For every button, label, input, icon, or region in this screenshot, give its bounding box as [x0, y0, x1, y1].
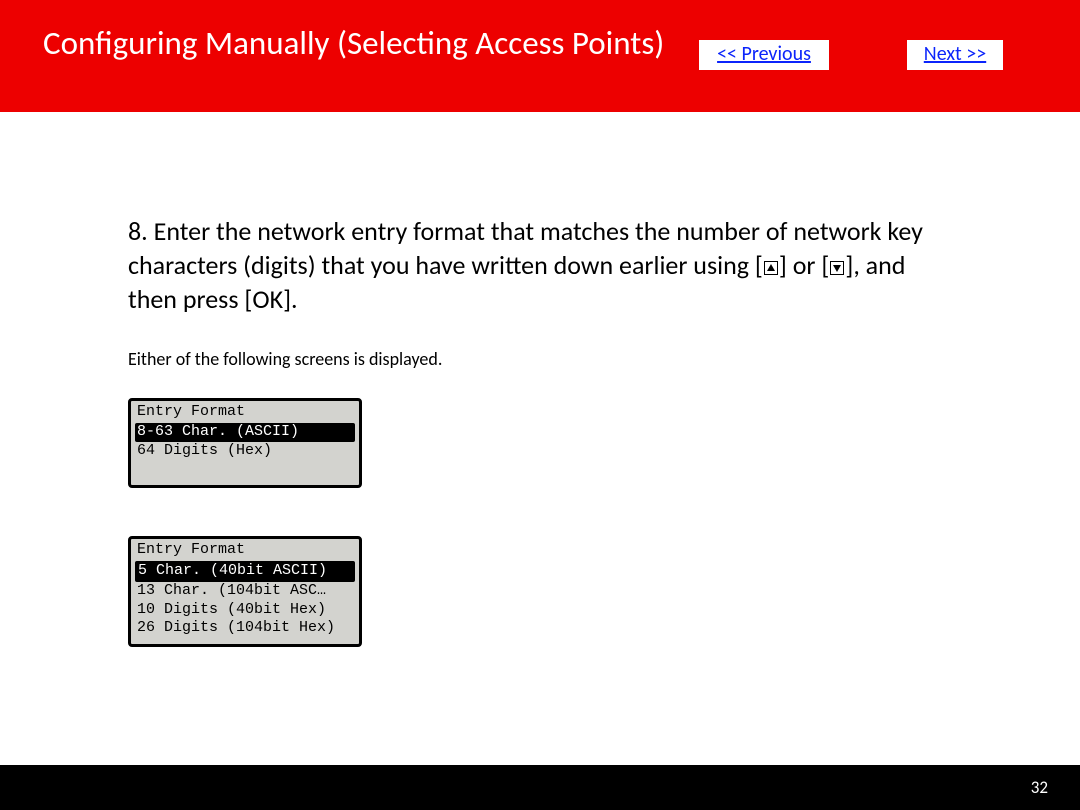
subnote-text: Either of the following screens is displ… [128, 348, 1020, 370]
instruction-mid: ] or [ [779, 249, 829, 281]
lcd1-title: Entry Format [131, 403, 359, 423]
footer-bar: 32 [0, 765, 1080, 810]
previous-button[interactable]: << Previous [699, 40, 829, 70]
down-arrow-icon [830, 261, 844, 275]
instruction-text: 8. Enter the network entry format that m… [128, 215, 948, 316]
lcd2-title: Entry Format [131, 541, 359, 561]
lcd2-row-3: 26 Digits (104bit Hex) [131, 619, 359, 638]
lcd1-row-0: 8-63 Char. (ASCII) [135, 423, 355, 442]
header-bar: Configuring Manually (Selecting Access P… [0, 0, 1080, 112]
lcd1-row-1: 64 Digits (Hex) [131, 442, 359, 461]
page-title: Configuring Manually (Selecting Access P… [43, 23, 664, 63]
lcd-screen-2: Entry Format 5 Char. (40bit ASCII) 13 Ch… [128, 536, 362, 647]
lcd-screen-1: Entry Format 8-63 Char. (ASCII) 64 Digit… [128, 398, 362, 488]
content-area: 8. Enter the network entry format that m… [128, 215, 1020, 695]
lcd2-row-2: 10 Digits (40bit Hex) [131, 601, 359, 620]
page-number: 32 [1031, 777, 1048, 798]
lcd2-row-0: 5 Char. (40bit ASCII) [135, 561, 355, 582]
up-arrow-icon [764, 261, 778, 275]
lcd2-row-1: 13 Char. (104bit ASC… [131, 582, 359, 601]
next-button[interactable]: Next >> [907, 40, 1003, 70]
